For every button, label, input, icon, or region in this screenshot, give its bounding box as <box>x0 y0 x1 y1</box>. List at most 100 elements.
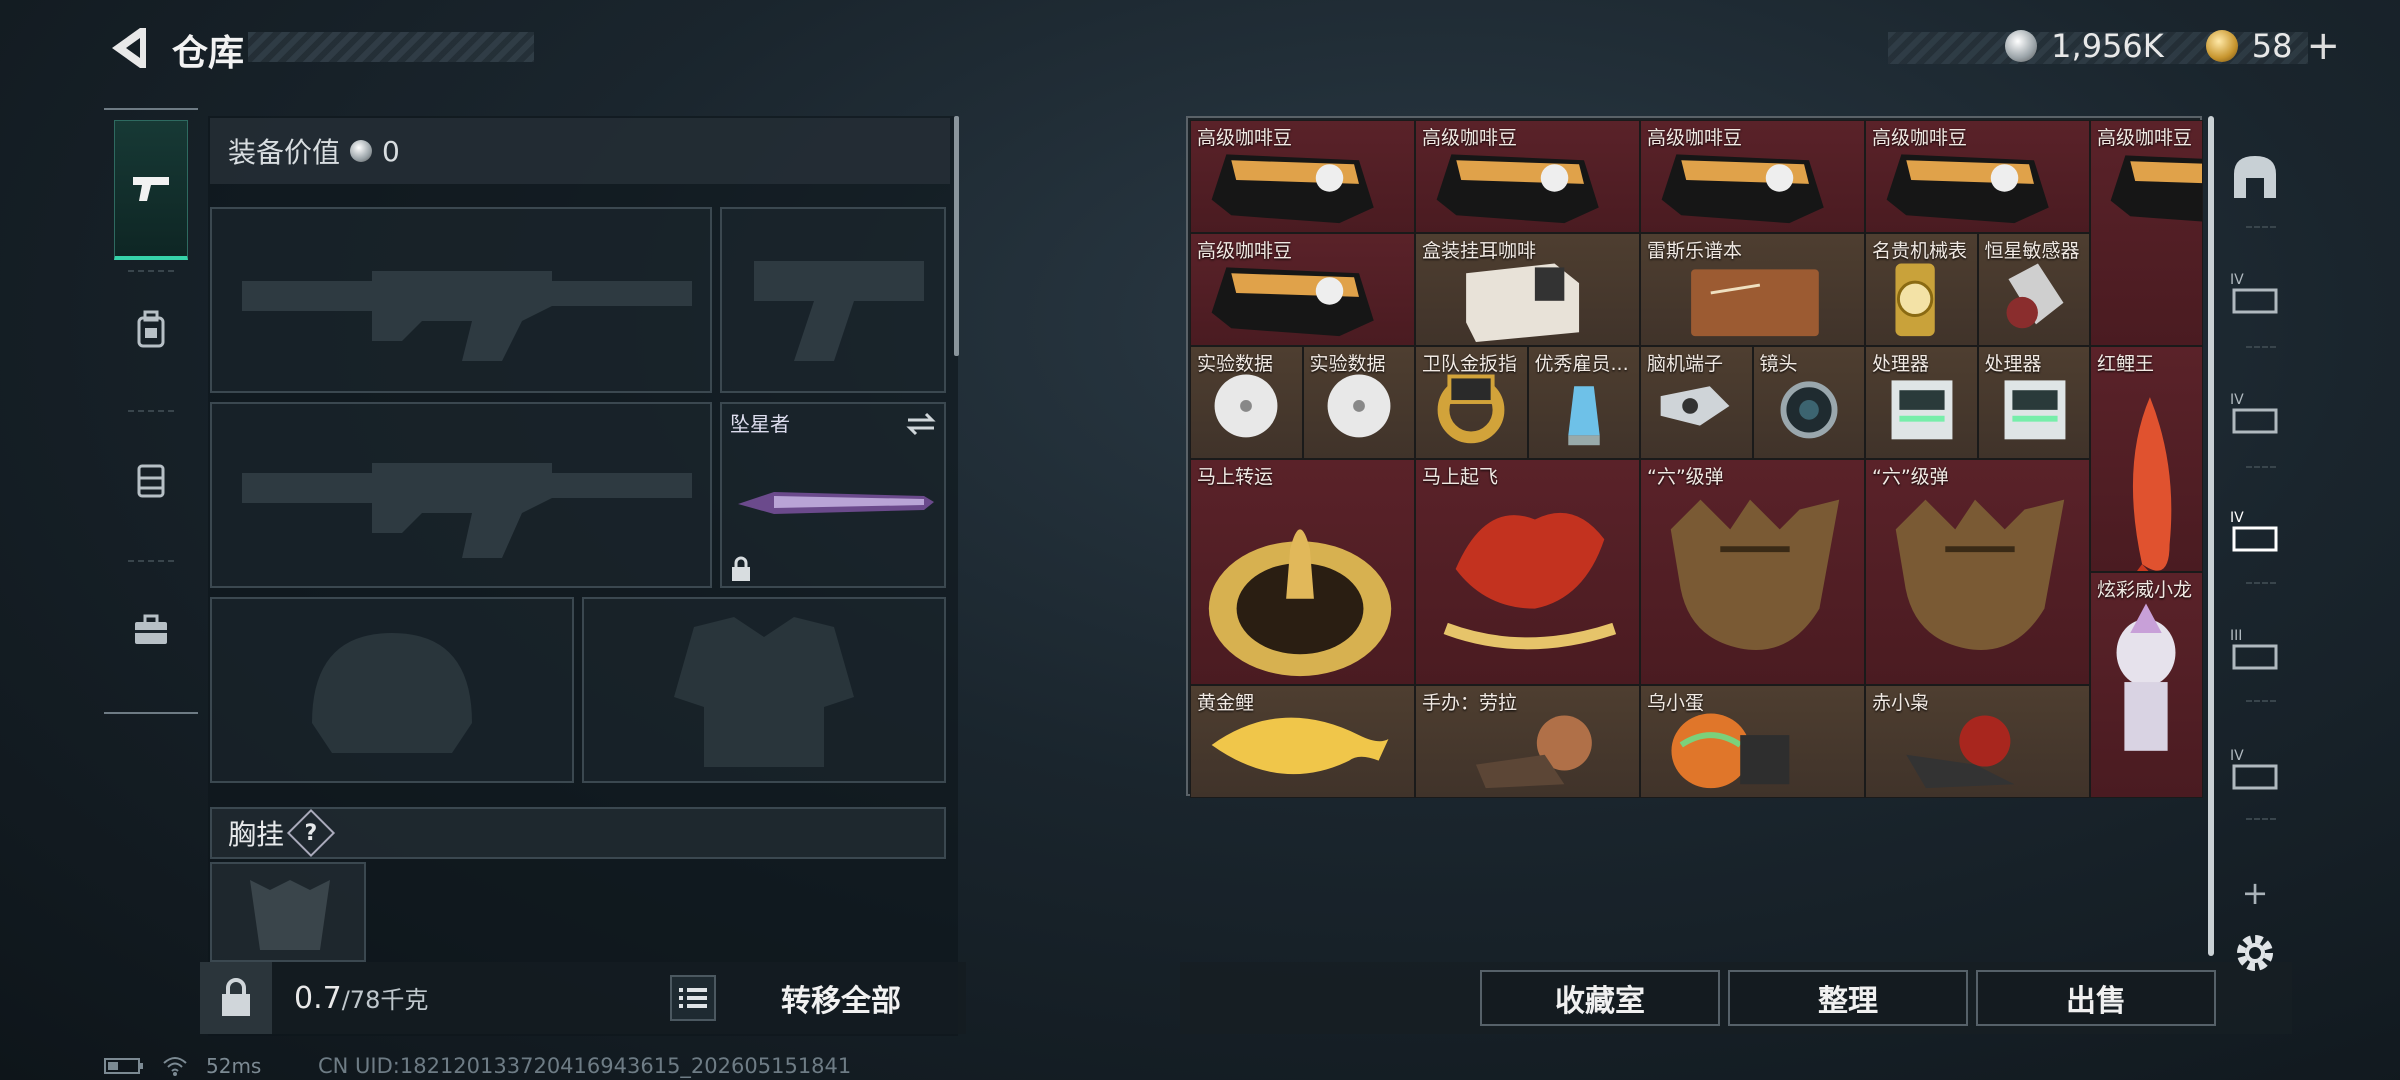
sidearm-slot[interactable] <box>720 207 946 393</box>
hand-sculpture-icon <box>1895 499 2065 650</box>
rail-item-case-iv-1[interactable]: IV <box>2226 266 2284 324</box>
rail-item-home[interactable] <box>2226 148 2284 206</box>
case-icon <box>137 464 165 498</box>
container-rail: IV IV IV III IV + <box>2218 116 2292 976</box>
rifle-silhouette-icon <box>242 463 692 558</box>
inventory-item[interactable]: 实验数据 <box>1302 346 1415 459</box>
item-name: 实验数据 <box>1309 353 1386 375</box>
lock-icon <box>732 556 750 581</box>
helmet-slot[interactable] <box>210 597 574 783</box>
ping: 52ms <box>206 1054 262 1078</box>
inventory-item[interactable]: 高级咖啡豆 <box>1415 120 1640 233</box>
category-weapons[interactable] <box>114 120 188 260</box>
add-container-button[interactable]: + <box>2226 864 2284 922</box>
inventory-item[interactable]: 乌小蛋 <box>1640 685 1865 798</box>
organize-button[interactable]: 整理 <box>1728 970 1968 1026</box>
inventory-item[interactable]: 炫彩威小龙 <box>2090 572 2203 798</box>
armor-slot[interactable] <box>582 597 946 783</box>
svg-text:IV: IV <box>2230 392 2244 408</box>
primary-weapon-slot[interactable] <box>210 207 712 393</box>
swap-icon[interactable] <box>906 412 936 436</box>
inventory-item[interactable]: 盒装挂耳咖啡 <box>1415 233 1640 346</box>
inventory-item[interactable]: 手办：劳拉 <box>1415 685 1640 798</box>
item-name: 镜头 <box>1759 353 1798 375</box>
inventory-item[interactable]: 黄金鲤 <box>1190 685 1415 798</box>
inventory-item[interactable]: 高级咖啡豆 <box>1640 120 1865 233</box>
lock-backpack-button[interactable] <box>200 962 272 1034</box>
loadout-scrollbar[interactable] <box>954 116 959 356</box>
back-button[interactable] <box>100 20 156 76</box>
item-name: 马上起飞 <box>1422 466 1499 488</box>
category-armor[interactable] <box>114 280 188 380</box>
inventory-item[interactable]: 高级咖啡豆 <box>1190 120 1415 233</box>
list-view-button[interactable] <box>670 975 716 1021</box>
hand-sculpture-icon <box>1670 499 1840 650</box>
help-icon[interactable]: ? <box>286 808 336 858</box>
rail-item-case-iii[interactable]: III <box>2226 622 2284 680</box>
category-items[interactable] <box>114 580 188 680</box>
melee-name: 坠星者 <box>730 412 790 436</box>
item-name: 卫队金扳指 <box>1422 353 1518 375</box>
transfer-all-button[interactable]: 转移全部 <box>716 976 966 1020</box>
user-uid: CN UID:18212013372041694361​5_2026051518… <box>318 1054 852 1078</box>
title-decoration <box>248 32 534 62</box>
collection-room-button[interactable]: 收藏室 <box>1480 970 1720 1026</box>
item-name: 优秀雇员... <box>1534 353 1629 375</box>
backpack-icon <box>137 310 165 348</box>
rail-item-case-iv-3[interactable]: IV <box>2226 504 2284 562</box>
inventory-item[interactable]: 赤小枭 <box>1865 685 2090 798</box>
settings-button[interactable] <box>2226 924 2284 982</box>
item-name: 名贵机械表 <box>1872 240 1968 262</box>
inventory-item[interactable]: 处理器 <box>1865 346 1978 459</box>
svg-text:IV: IV <box>2230 748 2244 764</box>
item-name: 手办：劳拉 <box>1422 692 1518 714</box>
chest-rig-label: 胸挂 <box>228 818 285 851</box>
list-icon <box>679 988 707 1008</box>
chest-rig-slot[interactable] <box>210 862 366 962</box>
inventory-item[interactable]: 马上转运 <box>1190 459 1415 685</box>
pistol-icon <box>133 176 169 201</box>
inventory-item[interactable]: “六”级弹 <box>1640 459 1865 685</box>
inventory-item[interactable]: 马上起飞 <box>1415 459 1640 685</box>
inventory-item[interactable]: 处理器 <box>1977 346 2090 459</box>
gold-coin-icon <box>2205 30 2238 62</box>
case-level-icon: IV <box>2230 392 2278 434</box>
inventory-item[interactable]: 高级咖啡豆 <box>1865 120 2090 233</box>
item-name: 处理器 <box>1984 353 2042 375</box>
page-title: 仓库 <box>172 33 245 74</box>
secondary-weapon-slot[interactable] <box>210 402 712 588</box>
chest-rig-silhouette-icon <box>250 880 330 950</box>
category-containers[interactable] <box>114 430 188 530</box>
silver-coin-icon <box>350 140 373 162</box>
storage-grid: 高级咖啡豆 高级咖啡豆 高级咖啡豆 高级咖啡豆 高级咖啡豆 高级咖啡豆 盒装挂耳咖啡 雷斯乐谱… <box>1186 116 2203 798</box>
item-name: 盒装挂耳咖啡 <box>1422 240 1537 262</box>
inventory-item[interactable]: 名贵机械表 <box>1865 233 1978 346</box>
dragon-figure-icon <box>2116 603 2176 751</box>
item-name: 炫彩威小龙 <box>2097 579 2193 601</box>
arch-icon <box>2234 156 2276 198</box>
melee-slot[interactable]: 坠星者 <box>720 402 946 588</box>
item-name: 高级咖啡豆 <box>1422 127 1518 149</box>
chest-rig-header: 胸挂 ? <box>210 807 946 859</box>
item-name: 红鲤王 <box>2097 353 2155 375</box>
inventory-item[interactable]: “六”级弹 <box>1865 459 2090 685</box>
inventory-item[interactable]: 脑机端子 <box>1640 346 1753 459</box>
inventory-item[interactable]: 卫队金扳指 <box>1415 346 1528 459</box>
sell-button[interactable]: 出售 <box>1976 970 2216 1026</box>
inventory-item[interactable]: 雷斯乐谱本 <box>1640 233 1865 346</box>
inventory-item[interactable]: 红鲤王 <box>2090 346 2203 572</box>
inventory-item[interactable]: 高级咖啡豆 <box>2090 120 2203 346</box>
battery-icon <box>104 1058 143 1074</box>
category-sidebar <box>104 108 198 714</box>
inventory-item[interactable]: 镜头 <box>1752 346 1865 459</box>
inventory-item[interactable]: 优秀雇员... <box>1527 346 1640 459</box>
rail-item-case-iv-2[interactable]: IV <box>2226 386 2284 444</box>
toolbox-icon <box>135 614 167 644</box>
inventory-item[interactable]: 恒星敏感器 <box>1977 233 2090 346</box>
inventory-item[interactable]: 实验数据 <box>1190 346 1303 459</box>
inventory-item[interactable]: 高级咖啡豆 <box>1190 233 1415 346</box>
rail-item-case-iv-4[interactable]: IV <box>2226 742 2284 800</box>
storage-scrollbar[interactable] <box>2208 116 2214 956</box>
horse-disc-icon <box>1208 529 1392 677</box>
add-currency-button[interactable]: + <box>2306 23 2340 69</box>
